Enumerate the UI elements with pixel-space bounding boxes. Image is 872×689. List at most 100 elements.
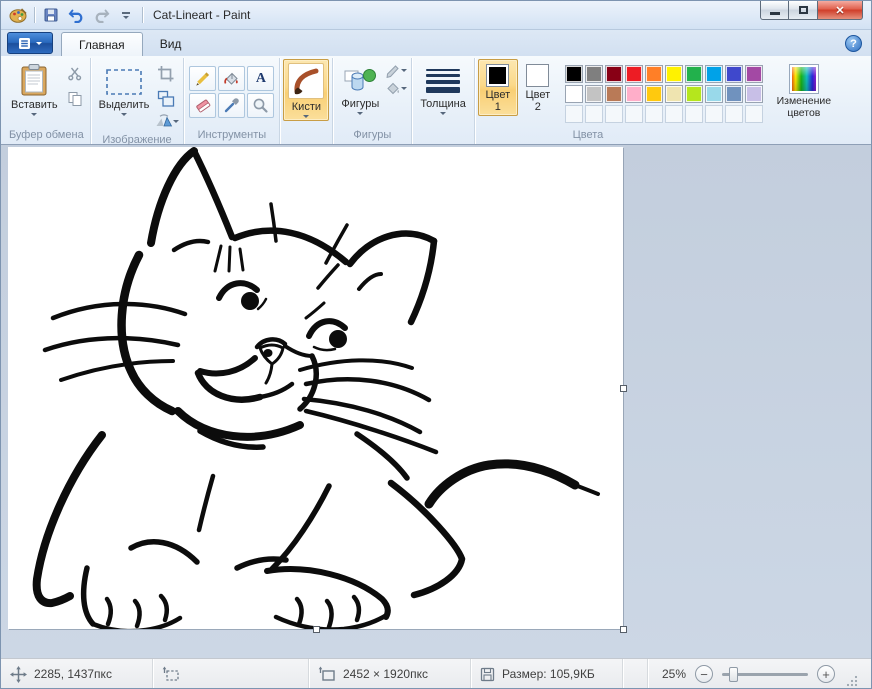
group-brushes: Кисти bbox=[280, 58, 333, 144]
outline-pencil-icon bbox=[385, 63, 401, 78]
color-palette bbox=[565, 65, 764, 124]
group-image: Выделить Изображение bbox=[91, 58, 185, 144]
maximize-button[interactable] bbox=[789, 1, 818, 20]
palette-swatch[interactable] bbox=[605, 65, 623, 83]
line-thickness-icon bbox=[426, 69, 460, 93]
palette-swatch-empty bbox=[665, 105, 683, 123]
cut-button[interactable] bbox=[64, 63, 86, 85]
redo-button[interactable] bbox=[90, 5, 112, 25]
pencil-tool-button[interactable] bbox=[189, 66, 216, 91]
group-size: Толщина bbox=[412, 58, 475, 144]
menu-list-icon bbox=[18, 37, 31, 50]
window-title: Cat-Lineart - Paint bbox=[153, 8, 250, 22]
save-button[interactable] bbox=[40, 5, 62, 25]
window-controls: ✕ bbox=[760, 1, 863, 20]
text-tool-button[interactable]: A bbox=[247, 66, 274, 91]
magnifier-tool-button[interactable] bbox=[247, 93, 274, 118]
tab-home[interactable]: Главная bbox=[61, 32, 143, 56]
palette-swatch[interactable] bbox=[705, 85, 723, 103]
zoom-slider[interactable] bbox=[722, 673, 808, 676]
selection-rectangle-icon bbox=[105, 67, 143, 97]
paste-button[interactable]: Вставить bbox=[6, 59, 63, 119]
selection-size-icon bbox=[162, 666, 180, 682]
help-button[interactable]: ? bbox=[845, 35, 862, 52]
crop-button[interactable] bbox=[155, 63, 177, 85]
select-button[interactable]: Выделить bbox=[94, 59, 155, 119]
close-icon: ✕ bbox=[835, 4, 844, 17]
palette-swatch[interactable] bbox=[665, 65, 683, 83]
fill-tool-button[interactable] bbox=[218, 66, 245, 91]
copy-button[interactable] bbox=[64, 88, 86, 110]
zoom-slider-handle[interactable] bbox=[729, 667, 738, 682]
palette-swatch[interactable] bbox=[725, 85, 743, 103]
palette-swatch-empty bbox=[565, 105, 583, 123]
palette-swatch[interactable] bbox=[745, 65, 763, 83]
magnifier-icon bbox=[252, 97, 269, 114]
color-picker-tool-button[interactable] bbox=[218, 93, 245, 118]
group-tools: A Инструменты bbox=[184, 58, 280, 144]
ribbon-tab-row: Главная Вид ? bbox=[1, 30, 871, 56]
clipboard-icon bbox=[19, 63, 49, 97]
shape-outline-button[interactable] bbox=[385, 63, 407, 78]
palette-swatch-empty bbox=[625, 105, 643, 123]
help-icon: ? bbox=[850, 38, 857, 50]
palette-swatch[interactable] bbox=[605, 85, 623, 103]
shape-fill-button[interactable] bbox=[385, 81, 407, 96]
palette-swatch[interactable] bbox=[745, 85, 763, 103]
text-tool-icon: A bbox=[256, 72, 266, 86]
undo-button[interactable] bbox=[65, 5, 87, 25]
size-button[interactable]: Толщина bbox=[415, 59, 471, 118]
palette-swatch-empty bbox=[585, 105, 603, 123]
palette-swatch-empty bbox=[685, 105, 703, 123]
palette-swatch[interactable] bbox=[725, 65, 743, 83]
palette-swatch[interactable] bbox=[625, 85, 643, 103]
palette-swatch-empty bbox=[645, 105, 663, 123]
zoom-in-button[interactable]: + bbox=[817, 665, 835, 683]
group-clipboard: Вставить Буфер обмена bbox=[3, 58, 91, 144]
palette-swatch[interactable] bbox=[645, 65, 663, 83]
minimize-button[interactable] bbox=[760, 1, 789, 20]
status-file-size: Размер: 105,9КБ bbox=[471, 659, 623, 689]
palette-swatch[interactable] bbox=[645, 85, 663, 103]
resize-grip[interactable] bbox=[846, 675, 858, 687]
palette-swatch[interactable] bbox=[665, 85, 683, 103]
palette-swatch[interactable] bbox=[585, 85, 603, 103]
palette-swatch[interactable] bbox=[685, 65, 703, 83]
color2-button[interactable]: Цвет2 bbox=[518, 59, 558, 116]
palette-swatch[interactable] bbox=[565, 85, 583, 103]
ribbon: Вставить Буфер обмена Выделить bbox=[1, 56, 871, 145]
palette-swatch[interactable] bbox=[585, 65, 603, 83]
color1-button[interactable]: Цвет1 bbox=[478, 59, 518, 116]
canvas[interactable] bbox=[8, 147, 623, 629]
status-selection-size bbox=[153, 659, 309, 689]
fill-shape-icon bbox=[385, 81, 401, 96]
eraser-icon bbox=[194, 97, 211, 114]
rotate-button[interactable] bbox=[155, 113, 179, 129]
brush-icon bbox=[292, 67, 320, 95]
eraser-tool-button[interactable] bbox=[189, 93, 216, 118]
palette-swatch[interactable] bbox=[625, 65, 643, 83]
palette-swatch[interactable] bbox=[685, 85, 703, 103]
canvas-resize-handle-corner[interactable] bbox=[620, 626, 627, 633]
brushes-button[interactable]: Кисти bbox=[283, 59, 329, 121]
palette-swatch-empty bbox=[605, 105, 623, 123]
resize-button[interactable] bbox=[155, 88, 177, 110]
canvas-resize-handle-right[interactable] bbox=[620, 385, 627, 392]
canvas-resize-handle-bottom[interactable] bbox=[313, 626, 320, 633]
edit-colors-button[interactable]: Изменение цветов bbox=[769, 59, 839, 122]
status-bar: 2285, 1437пкс 2452 × 1920пкс Размер: 105… bbox=[1, 658, 871, 689]
close-button[interactable]: ✕ bbox=[818, 1, 863, 20]
zoom-out-button[interactable]: − bbox=[695, 665, 713, 683]
copy-icon bbox=[67, 91, 83, 107]
resize-icon bbox=[157, 90, 175, 108]
rotate-icon bbox=[155, 113, 173, 129]
palette-swatch[interactable] bbox=[705, 65, 723, 83]
shapes-button[interactable]: Фигуры bbox=[336, 59, 384, 118]
palette-swatch[interactable] bbox=[565, 65, 583, 83]
application-menu-button[interactable] bbox=[7, 32, 53, 54]
paint-logo-icon bbox=[7, 5, 29, 25]
group-label-shapes: Фигуры bbox=[336, 128, 408, 144]
customize-toolbar-dropdown[interactable] bbox=[115, 5, 137, 25]
tab-view[interactable]: Вид bbox=[143, 32, 199, 56]
palette-swatch-empty bbox=[725, 105, 743, 123]
